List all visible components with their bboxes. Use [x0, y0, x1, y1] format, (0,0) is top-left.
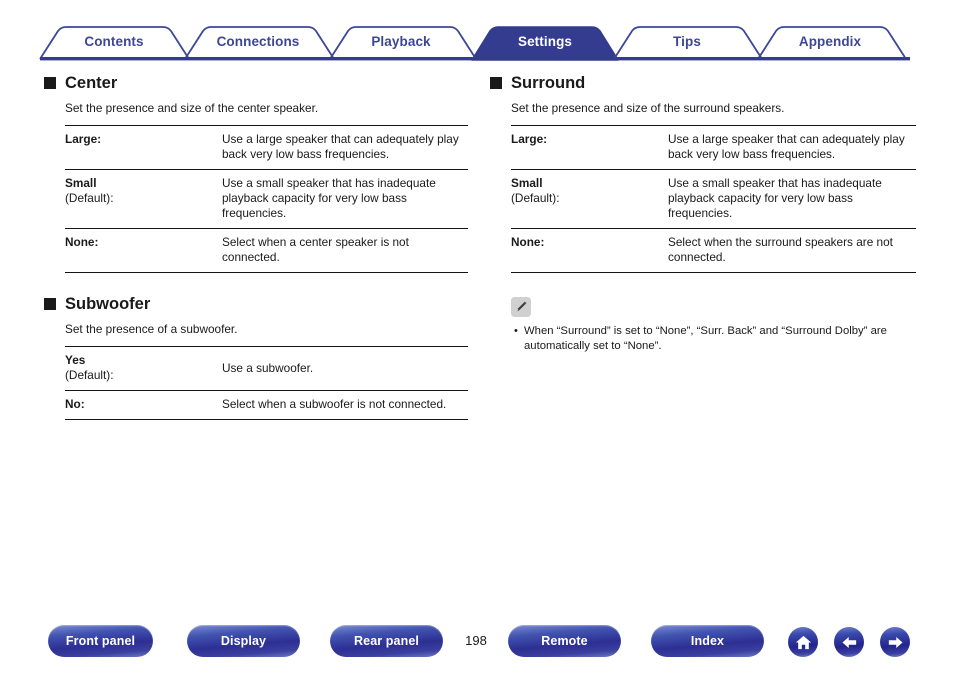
options-table: Large: Use a large speaker that can adeq… [65, 125, 468, 273]
tab-contents-label[interactable]: Contents [84, 34, 143, 49]
option-description: Use a small speaker that has inadequate … [668, 176, 882, 220]
option-term-default: (Default): [65, 191, 114, 205]
right-column: Surround Set the presence and size of th… [490, 66, 916, 353]
option-description: Use a small speaker that has inadequate … [222, 176, 436, 220]
front-panel-button-label: Front panel [65, 634, 136, 648]
display-button-label: Display [220, 634, 267, 648]
home-button[interactable] [788, 627, 818, 657]
section-heading: Center [44, 74, 468, 92]
note-block: When “Surround” is set to “None”, “Surr.… [511, 297, 916, 353]
options-table: Yes (Default): Use a subwoofer. No: Sele… [65, 346, 468, 420]
section-heading: Subwoofer [44, 295, 468, 313]
tab-connections-label[interactable]: Connections [217, 34, 300, 49]
tab-baseline [40, 57, 910, 61]
section-title: Subwoofer [65, 295, 151, 313]
tab-tips-label[interactable]: Tips [673, 34, 701, 49]
option-term: Small (Default): [511, 170, 668, 229]
index-button[interactable]: Index [651, 625, 764, 657]
home-icon [794, 633, 813, 652]
option-term: Yes (Default): [65, 347, 222, 391]
page-number: 198 [465, 633, 487, 648]
section-surround: Surround Set the presence and size of th… [490, 74, 916, 273]
table-row: None: Select when a center speaker is no… [65, 228, 468, 273]
section-center: Center Set the presence and size of the … [44, 74, 468, 273]
square-bullet-icon [44, 298, 56, 310]
tab-settings-label[interactable]: Settings [518, 34, 572, 49]
option-term-main: Large: [511, 132, 548, 146]
option-term-main: None: [511, 235, 545, 249]
section-description: Set the presence of a subwoofer. [65, 322, 238, 336]
option-term-main: Small [65, 176, 97, 190]
table-row: Yes (Default): Use a subwoofer. [65, 346, 468, 391]
table-row: No: Select when a subwoofer is not conne… [65, 390, 468, 420]
arrow-right-icon [886, 633, 905, 652]
option-description: Use a large speaker that can adequately … [668, 132, 905, 161]
remote-button[interactable]: Remote [508, 625, 621, 657]
option-term-main: No: [65, 397, 85, 411]
table-row: None: Select when the surround speakers … [511, 228, 916, 273]
tab-appendix-label[interactable]: Appendix [799, 34, 862, 49]
section-title: Surround [511, 74, 586, 92]
table-row: Large: Use a large speaker that can adeq… [65, 125, 468, 170]
bottom-navigation-bar: Front panel Display Rear panel 198 Remot… [0, 613, 954, 673]
option-description: Use a subwoofer. [222, 360, 314, 375]
square-bullet-icon [490, 77, 502, 89]
arrow-left-icon [840, 633, 859, 652]
option-term-default: (Default): [511, 191, 560, 205]
option-term-default: (Default): [65, 368, 114, 382]
pencil-note-icon [511, 297, 531, 317]
option-term-main: Yes [65, 353, 86, 367]
remote-button-label: Remote [541, 634, 588, 648]
section-description: Set the presence and size of the center … [65, 101, 319, 115]
table-row: Large: Use a large speaker that can adeq… [511, 125, 916, 170]
display-button[interactable]: Display [187, 625, 300, 657]
note-list: When “Surround” is set to “None”, “Surr.… [511, 324, 916, 353]
option-term: Large: [65, 126, 222, 170]
table-row: Small (Default): Use a small speaker tha… [65, 169, 468, 229]
note-item: When “Surround” is set to “None”, “Surr.… [514, 324, 916, 353]
table-row: Small (Default): Use a small speaker tha… [511, 169, 916, 229]
section-subwoofer: Subwoofer Set the presence of a subwoofe… [44, 295, 468, 420]
rear-panel-button[interactable]: Rear panel [330, 625, 443, 657]
option-term-main: Small [511, 176, 543, 190]
section-description: Set the presence and size of the surroun… [511, 101, 785, 115]
option-term: Large: [511, 126, 668, 170]
tab-bar: Contents Connections Playback Settings T… [0, 0, 954, 66]
left-column: Center Set the presence and size of the … [44, 66, 468, 420]
next-page-button[interactable] [880, 627, 910, 657]
index-button-label: Index [690, 634, 725, 648]
option-description: Use a large speaker that can adequately … [222, 132, 459, 161]
option-description: Select when a center speaker is not conn… [222, 235, 409, 264]
options-table: Large: Use a large speaker that can adeq… [511, 125, 916, 273]
square-bullet-icon [44, 77, 56, 89]
option-term-main: None: [65, 235, 99, 249]
previous-page-button[interactable] [834, 627, 864, 657]
option-description: Select when the surround speakers are no… [668, 235, 893, 264]
section-heading: Surround [490, 74, 916, 92]
option-term: None: [511, 229, 668, 273]
rear-panel-button-label: Rear panel [354, 634, 419, 648]
option-term-main: Large: [65, 132, 102, 146]
option-term: None: [65, 229, 222, 273]
option-description: Select when a subwoofer is not connected… [222, 397, 447, 411]
front-panel-button[interactable]: Front panel [48, 625, 153, 657]
section-title: Center [65, 74, 118, 92]
tab-playback-label[interactable]: Playback [371, 34, 431, 49]
option-term: Small (Default): [65, 170, 222, 229]
option-term: No: [65, 391, 222, 420]
